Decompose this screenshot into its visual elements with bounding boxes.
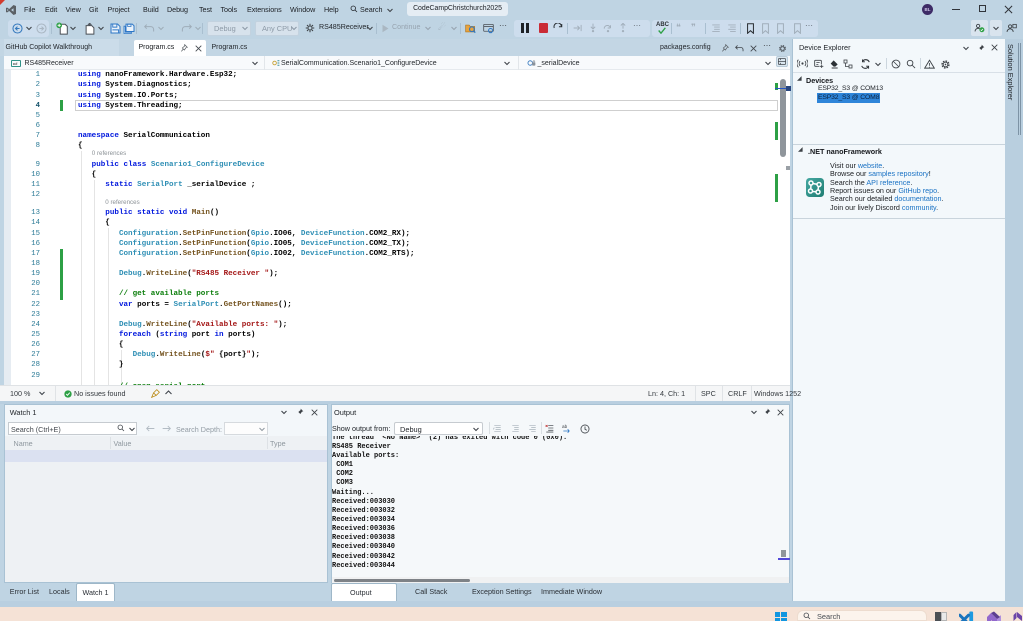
svg-text:ab: ab [562, 424, 568, 429]
